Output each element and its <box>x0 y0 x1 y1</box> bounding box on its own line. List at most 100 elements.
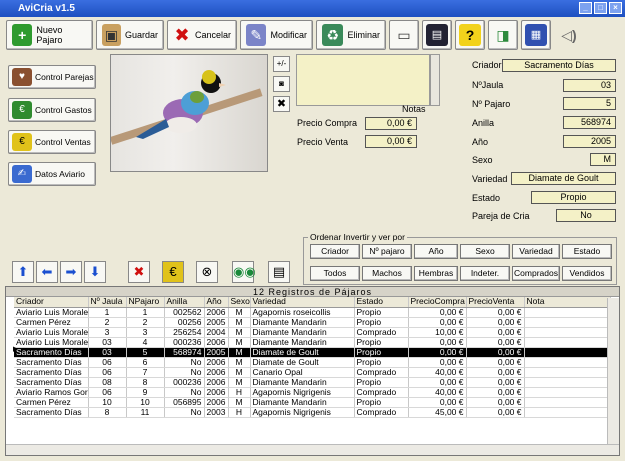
print-button[interactable]: ▭ <box>389 20 419 50</box>
nav-money-button[interactable]: € <box>162 261 184 283</box>
column-header[interactable]: NPajaro <box>126 297 165 308</box>
column-header[interactable]: Nº Jaula <box>88 297 127 308</box>
nav-view-button[interactable]: ◉◉ <box>232 261 256 283</box>
table-cell: 0,00 € <box>466 367 525 378</box>
nav-next-button[interactable]: ➡ <box>60 261 82 283</box>
grid-horizontal-scrollbar[interactable] <box>6 444 619 455</box>
add-user-icon: + <box>12 24 33 46</box>
close-window-button[interactable]: × <box>609 2 622 14</box>
cancel-button[interactable]: ✖ Cancelar <box>167 20 237 50</box>
filter-vendidos-button[interactable]: Vendidos <box>562 266 612 281</box>
table-cell <box>524 367 611 378</box>
table-cell: 5 <box>126 347 165 358</box>
sort-anio-button[interactable]: Año <box>414 244 458 259</box>
precio-compra-field[interactable]: 0,00 € <box>365 117 417 130</box>
column-header[interactable]: Criador <box>14 297 89 308</box>
column-header[interactable]: Sexo <box>228 297 251 308</box>
anio-field[interactable]: 2005 <box>563 135 616 148</box>
pajaro-label: Nº Pajaro <box>472 99 511 109</box>
sound-button[interactable]: ◁) <box>554 20 584 50</box>
estado-field[interactable]: Propio <box>531 191 616 204</box>
column-header[interactable]: Estado <box>354 297 409 308</box>
table-cell: 002562 <box>164 307 205 318</box>
column-header[interactable]: Nota <box>524 297 611 308</box>
sort-pajaro-button[interactable]: Nº pajaro <box>362 244 412 259</box>
nav-prev-button[interactable]: ⬅ <box>36 261 58 283</box>
table-cell: Sacramento Días <box>14 357 89 368</box>
maximize-button[interactable]: □ <box>594 2 607 14</box>
column-header[interactable]: PrecioCompra <box>408 297 467 308</box>
table-cell: Aviario Luis Morale <box>14 327 89 338</box>
table-row[interactable]: Carmen Pérez 10 10 056895 2006 M Diamante Mand… <box>14 397 611 408</box>
column-header[interactable]: Anilla <box>164 297 205 308</box>
control-ventas-button[interactable]: € Control Ventas <box>8 130 96 154</box>
table-row[interactable]: Aviario Luis Morale 1 1 002562 2006 M Agaporni… <box>14 307 611 318</box>
calculator-icon: ▦ <box>525 24 547 46</box>
filter-todos-button[interactable]: Todos <box>310 266 360 281</box>
notes-scrollbar[interactable] <box>430 54 440 106</box>
table-row[interactable]: Carmen Pérez 2 2 00256 2005 M Diamante Mandari… <box>14 317 611 328</box>
column-header[interactable]: Variedad <box>250 297 355 308</box>
column-header[interactable]: Año <box>204 297 229 308</box>
new-bird-button[interactable]: + Nuevo Pajaro <box>6 20 93 50</box>
sort-variedad-button[interactable]: Variedad <box>512 244 560 259</box>
nav-delete-button[interactable]: ✖ <box>128 261 150 283</box>
delete-button[interactable]: ♻ Eliminar <box>316 20 386 50</box>
minimize-button[interactable]: _ <box>579 2 592 14</box>
precio-venta-field[interactable]: 0,00 € <box>365 135 417 148</box>
nav-last-button[interactable]: ⬇ <box>84 261 106 283</box>
camera-button[interactable]: ◙ <box>273 76 290 92</box>
table-cell: 0,00 € <box>408 337 467 348</box>
sort-estado-button[interactable]: Estado <box>562 244 612 259</box>
filter-hembras-button[interactable]: Hembras <box>414 266 458 281</box>
help-button[interactable]: ? <box>455 20 485 50</box>
save-button[interactable]: ▣ Guardar <box>96 20 164 50</box>
table-cell: 2 <box>126 317 165 328</box>
filter-machos-button[interactable]: Machos <box>362 266 412 281</box>
table-cell: 10 <box>126 397 165 408</box>
table-cell: 2006 <box>204 387 229 398</box>
table-row[interactable]: Aviario Luis Morale 3 3 256254 2004 M Diamante… <box>14 327 611 338</box>
table-cell: 0,00 € <box>466 387 525 398</box>
control-gastos-button[interactable]: € Control Gastos <box>8 98 96 122</box>
table-cell: Sacramento Días <box>14 367 89 378</box>
nav-first-button[interactable]: ⬆ <box>12 261 34 283</box>
pajaro-field[interactable]: 5 <box>563 97 616 110</box>
remove-photo-button[interactable]: ✖ <box>273 96 290 112</box>
photo-zoom-button[interactable]: +/- <box>273 56 290 72</box>
grid-vertical-scrollbar[interactable] <box>607 298 619 446</box>
sexo-field[interactable]: M <box>590 153 616 166</box>
nav-search-button[interactable]: ⊗ <box>196 261 218 283</box>
pareja-field[interactable]: No <box>556 209 616 222</box>
table-row[interactable]: Aviario Luis Morale 03 4 000236 2006 M Diamant… <box>14 337 611 348</box>
modify-button[interactable]: ✎ Modificar <box>240 20 313 50</box>
table-row[interactable]: Sacramento Días 03 5 568974 2005 M Diamate de … <box>14 347 611 358</box>
notes-area[interactable] <box>296 54 430 106</box>
pareja-label: Pareja de Cria <box>472 211 530 221</box>
control-parejas-button[interactable]: ♥ Control Parejas <box>8 65 96 89</box>
table-row[interactable]: Aviario Ramos Gor 06 9 No 2006 H Agapornis Nig… <box>14 387 611 398</box>
column-header[interactable]: PrecioVenta <box>466 297 525 308</box>
exit-button[interactable]: ◨ <box>488 20 518 50</box>
table-row[interactable]: Sacramento Días 08 8 000236 2006 M Diamante Ma… <box>14 377 611 388</box>
table-row[interactable]: Sacramento Días 06 6 No 2006 M Diamate de Goul… <box>14 357 611 368</box>
anilla-field[interactable]: 568974 <box>563 116 616 129</box>
anio-label: Año <box>472 137 489 147</box>
calculator-button[interactable]: ▦ <box>521 20 551 50</box>
table-cell: 7 <box>126 367 165 378</box>
variedad-field[interactable]: Diamate de Goult <box>511 172 616 185</box>
bird-illustration <box>136 70 226 139</box>
table-cell: Diamante Mandarin <box>250 317 355 328</box>
criador-field[interactable]: Sacramento Días <box>502 59 616 72</box>
filter-comprados-button[interactable]: Comprados <box>512 266 560 281</box>
datos-aviario-button[interactable]: ✍ Datos Aviario <box>8 162 96 186</box>
table-row[interactable]: Sacramento Días 06 7 No 2006 M Canario Opal Com… <box>14 367 611 378</box>
filter-indeter-button[interactable]: Indeter. <box>460 266 510 281</box>
nav-report-button[interactable]: ▤ <box>268 261 290 283</box>
sort-criador-button[interactable]: Criador <box>310 244 360 259</box>
sort-sexo-button[interactable]: Sexo <box>460 244 510 259</box>
disk-button[interactable]: ▤ <box>422 20 452 50</box>
jaula-field[interactable]: 03 <box>563 79 616 92</box>
table-cell: Comprado <box>354 367 409 378</box>
table-row[interactable]: Sacramento Días 8 11 No 2003 H Agapornis Nigri… <box>14 407 611 418</box>
